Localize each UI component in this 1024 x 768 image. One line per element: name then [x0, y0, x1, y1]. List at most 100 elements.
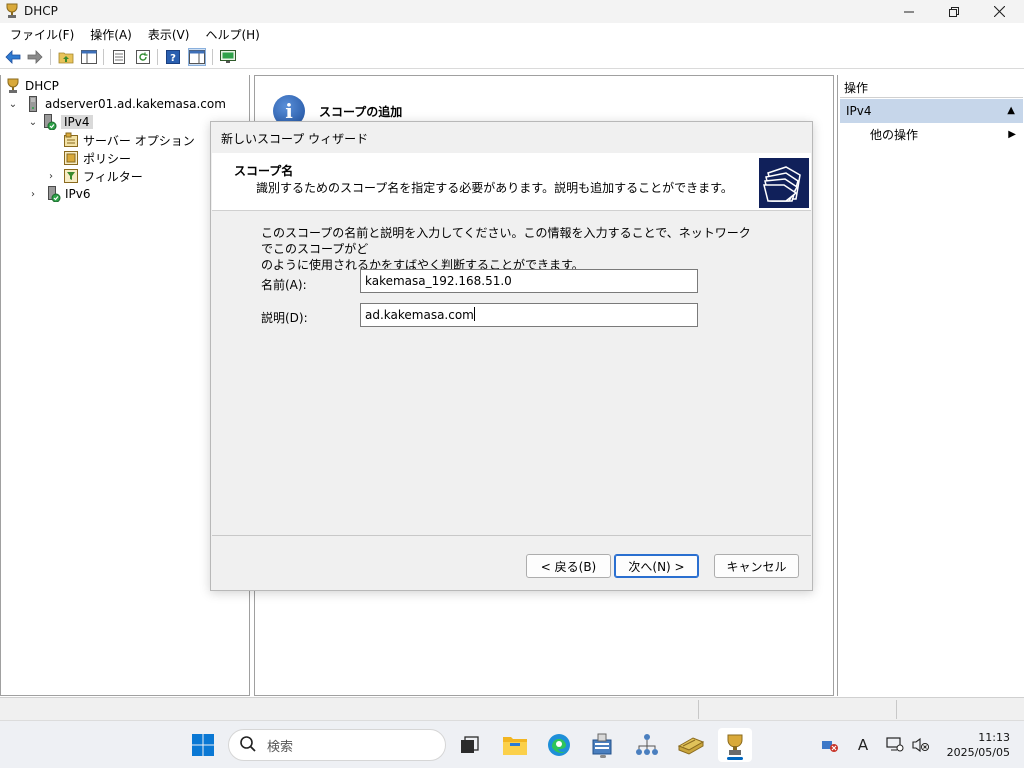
server-status-button[interactable] [219, 48, 237, 66]
taskbar-search[interactable]: 検索 [228, 729, 446, 761]
description-label: 説明(D): [261, 311, 308, 325]
policy-icon [63, 150, 79, 166]
toolbar: ? [0, 45, 1024, 69]
monitor-icon [220, 50, 236, 63]
show-action-pane-button[interactable] [188, 48, 206, 66]
chevron-right-icon[interactable]: › [27, 189, 39, 200]
properties-button[interactable] [110, 48, 128, 66]
actions-more-actions[interactable]: 他の操作 [870, 126, 918, 144]
network-tray-icon [822, 741, 838, 752]
chevron-down-icon[interactable]: ⌄ [7, 99, 19, 110]
help-button[interactable]: ? [164, 48, 182, 66]
tree-label-server: adserver01.ad.kakemasa.com [45, 97, 226, 111]
tree-label-policy: ポリシー [83, 151, 132, 166]
menu-view[interactable]: 表示(V) [140, 26, 198, 43]
title-bar: DHCP [0, 0, 1024, 23]
text-cursor [473, 307, 475, 321]
start-button[interactable] [188, 730, 218, 760]
tree-node-server-options[interactable]: サーバー オプション [63, 131, 195, 149]
back-step-button[interactable]: < 戻る(B) [526, 554, 611, 578]
up-level-button[interactable] [57, 48, 75, 66]
edge-browser-button[interactable] [544, 730, 574, 760]
result-pane-heading: スコープの追加 [319, 105, 403, 119]
tree-node-server[interactable]: ⌄ adserver01.ad.kakemasa.com [7, 95, 226, 113]
chevron-right-icon[interactable]: › [45, 171, 57, 182]
actions-header: 操作 [840, 78, 1023, 98]
cancel-button[interactable]: キャンセル [714, 554, 799, 578]
tree-label-filter: フィルター [83, 169, 143, 184]
wizard-instructions: このスコープの名前と説明を入力してください。この情報を入力することで、ネットワー… [261, 225, 761, 273]
collapse-up-icon[interactable]: ▲ [1007, 99, 1015, 123]
scope-description-input[interactable]: ad.kakemasa.com [360, 303, 698, 327]
actions-section-label: IPv4 [846, 104, 872, 118]
dhcp-app-button[interactable] [718, 728, 752, 762]
scope-description-value: ad.kakemasa.com [365, 308, 474, 322]
sound-tray-button[interactable] [911, 735, 931, 755]
tree-label-server-options: サーバー オプション [83, 133, 195, 148]
refresh-button[interactable] [134, 48, 152, 66]
minimize-icon [904, 11, 914, 12]
tree-label-ipv6: IPv6 [65, 187, 91, 201]
dhcp-taskbar-icon [727, 734, 743, 755]
tree-node-policy[interactable]: ポリシー [63, 149, 131, 167]
network-tray-button[interactable] [820, 735, 840, 755]
dhcp-app-icon [4, 3, 20, 19]
folder-up-icon [58, 52, 74, 64]
tree-label-ipv4: IPv4 [61, 115, 93, 129]
server-options-icon [63, 132, 79, 148]
back-button[interactable] [4, 48, 22, 66]
system-clock[interactable]: 11:13 2025/05/05 [940, 730, 1010, 760]
dns-app-button[interactable] [676, 730, 706, 760]
search-icon [239, 735, 259, 756]
back-arrow-icon [5, 50, 21, 64]
active-indicator [727, 757, 743, 760]
wizard-step-title: スコープ名 [234, 164, 294, 178]
taskbar: 検索 A 11:13 2025/05/05 [0, 720, 1024, 768]
chevron-down-icon[interactable]: ⌄ [27, 117, 39, 128]
task-view-icon [461, 736, 479, 753]
status-bar [0, 697, 1024, 720]
speaker-muted-icon [912, 737, 929, 753]
clock-date: 2025/05/05 [946, 746, 1010, 759]
forward-arrow-icon [27, 50, 43, 64]
refresh-icon [136, 50, 150, 64]
minimize-button[interactable] [886, 0, 932, 23]
display-icon [886, 737, 904, 752]
menu-action[interactable]: 操作(A) [82, 26, 140, 43]
dns-books-icon [677, 737, 705, 755]
folders-icon [759, 158, 809, 208]
forward-button[interactable] [26, 48, 44, 66]
tree-node-ipv4[interactable]: ⌄ IPv4 [27, 113, 93, 131]
server-icon [25, 96, 41, 112]
task-view-button[interactable] [455, 730, 485, 760]
show-hide-tree-button[interactable] [80, 48, 98, 66]
clock-time: 11:13 [978, 731, 1010, 744]
actions-section-ipv4[interactable]: IPv4 ▲ [840, 99, 1023, 123]
server-manager-button[interactable] [588, 730, 618, 760]
wizard-body: このスコープの名前と説明を入力してください。この情報を入力することで、ネットワー… [212, 212, 811, 536]
tree-node-filter[interactable]: › フィルター [45, 167, 143, 185]
network-topology-icon [636, 734, 658, 755]
menu-help[interactable]: ヘルプ(H) [197, 26, 267, 43]
tree-node-ipv6[interactable]: › IPv6 [27, 185, 91, 203]
submenu-arrow-icon[interactable]: ▶ [1008, 129, 1016, 140]
windows-logo-icon [192, 734, 214, 756]
tree-node-dhcp[interactable]: DHCP [5, 77, 59, 95]
display-tray-button[interactable] [885, 735, 905, 755]
console-tree-icon [81, 50, 97, 64]
network-app-button[interactable] [632, 730, 662, 760]
restore-button[interactable] [931, 0, 977, 23]
edge-icon [548, 734, 570, 756]
folder-icon [503, 737, 527, 755]
wizard-step-description: 識別するためのスコープ名を指定する必要があります。説明も追加することができます。 [256, 181, 733, 195]
scope-name-input[interactable]: kakemasa_192.168.51.0 [360, 269, 698, 293]
close-button[interactable] [976, 0, 1022, 23]
actions-pane: 操作 IPv4 ▲ 他の操作 ▶ [837, 75, 1024, 696]
window-title: DHCP [24, 4, 58, 18]
ime-indicator[interactable]: A [853, 735, 873, 755]
next-step-button[interactable]: 次へ(N) > [614, 554, 699, 578]
menu-file[interactable]: ファイル(F) [0, 26, 82, 43]
restore-icon [949, 6, 959, 17]
file-explorer-button[interactable] [500, 730, 530, 760]
tree-label-dhcp: DHCP [25, 79, 59, 93]
